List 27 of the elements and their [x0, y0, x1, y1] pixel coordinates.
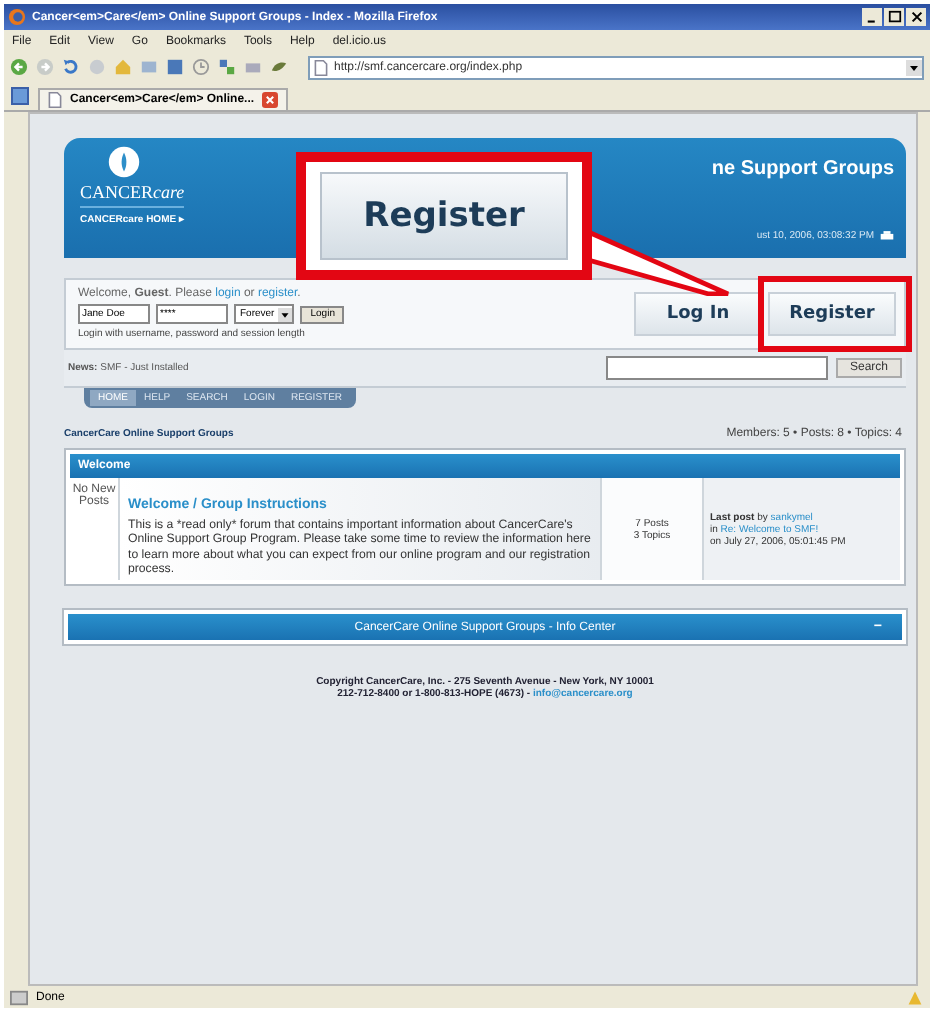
status-icon: [10, 989, 28, 1005]
forum-title: ne Support Groups: [711, 158, 894, 180]
browser-logo-icon: [8, 8, 26, 26]
back-arrow-icon[interactable]: [10, 58, 28, 76]
register-button-enlarged: Register: [320, 172, 568, 260]
warning-icon: [906, 989, 924, 1005]
account-button[interactable]: Register: [768, 292, 896, 336]
logo-text: CANCERcare: [80, 182, 185, 202]
page-icon: [314, 59, 328, 75]
maximize-icon: [887, 10, 901, 24]
close-icon: [909, 10, 923, 24]
account-button[interactable]: Log In: [634, 292, 762, 336]
dropdown-arrow-icon[interactable]: [906, 59, 922, 75]
leaf-icon[interactable]: [270, 58, 288, 76]
close-icon[interactable]: [262, 92, 279, 108]
minimize-button[interactable]: [862, 8, 882, 26]
page-icon: [48, 92, 62, 108]
flame-logo-icon: [108, 146, 140, 178]
search-field[interactable]: [605, 356, 828, 380]
printer-icon[interactable]: [880, 230, 894, 242]
maximize-button[interactable]: [884, 8, 904, 26]
puzzle-icon[interactable]: [218, 58, 236, 76]
dropdown-arrow-icon: [278, 307, 293, 321]
close-button[interactable]: [906, 8, 926, 26]
clock-icon[interactable]: [192, 58, 210, 76]
reload-icon[interactable]: [62, 58, 80, 76]
tab-list-icon[interactable]: [10, 86, 30, 106]
